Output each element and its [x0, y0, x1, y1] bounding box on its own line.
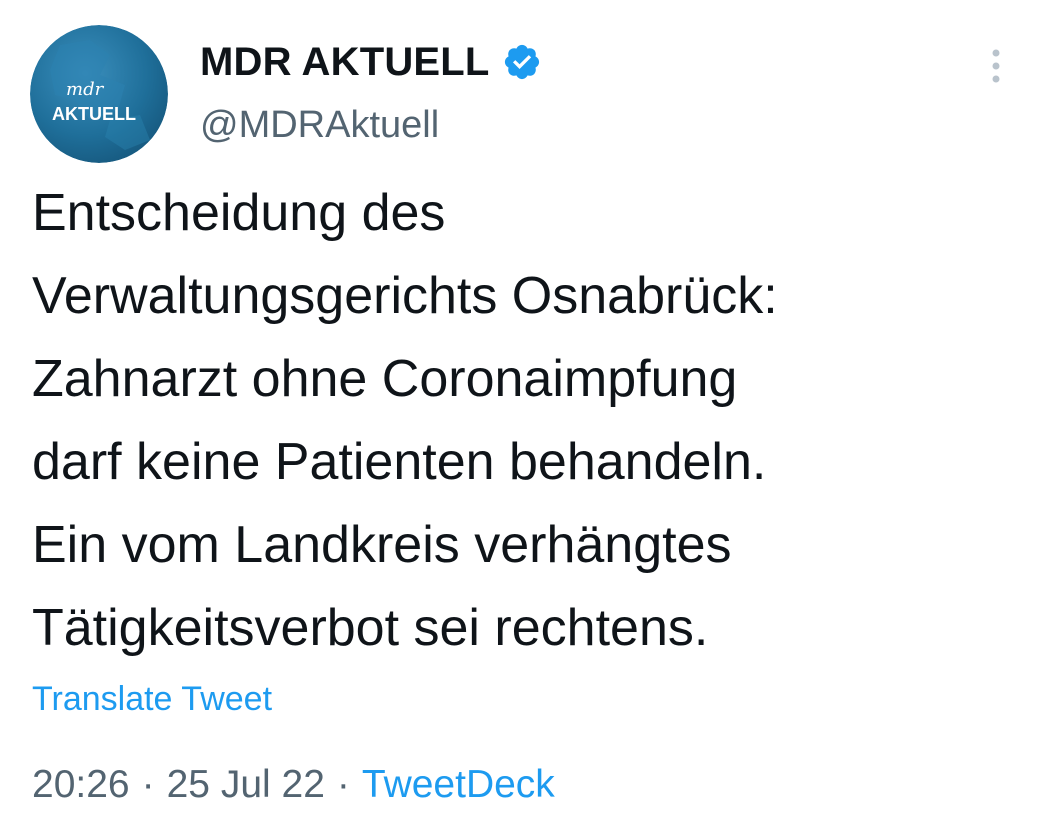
meta-separator: ·	[336, 763, 350, 806]
avatar[interactable]: mdr AKTUELL	[30, 25, 168, 163]
tweet-time[interactable]: 20:26	[32, 763, 130, 807]
tweet-date[interactable]: 25 Jul 22	[167, 763, 325, 807]
tweet-meta: 20:26 · 25 Jul 22 · TweetDeck	[32, 763, 555, 807]
verified-badge-icon	[502, 42, 542, 82]
avatar-logo-top: mdr	[66, 79, 105, 100]
name-row: MDR AKTUELL	[200, 36, 542, 88]
tweet-text: Entscheidung des Verwaltungsgerichts Osn…	[32, 184, 778, 657]
display-name[interactable]: MDR AKTUELL	[200, 40, 490, 85]
more-options-icon[interactable]	[984, 46, 1008, 86]
tweet-source-link[interactable]: TweetDeck	[362, 763, 555, 807]
handle[interactable]: @MDRAktuell	[200, 104, 542, 147]
meta-separator: ·	[141, 763, 155, 806]
avatar-logo-bottom: AKTUELL	[52, 104, 136, 124]
avatar-logo-image: mdr AKTUELL	[30, 25, 168, 163]
translate-tweet-link[interactable]: Translate Tweet	[32, 680, 272, 719]
tweet-card: mdr AKTUELL MDR AKTUELL @MDRAktuell Ents…	[0, 0, 1050, 826]
author-block: MDR AKTUELL @MDRAktuell	[200, 36, 542, 147]
